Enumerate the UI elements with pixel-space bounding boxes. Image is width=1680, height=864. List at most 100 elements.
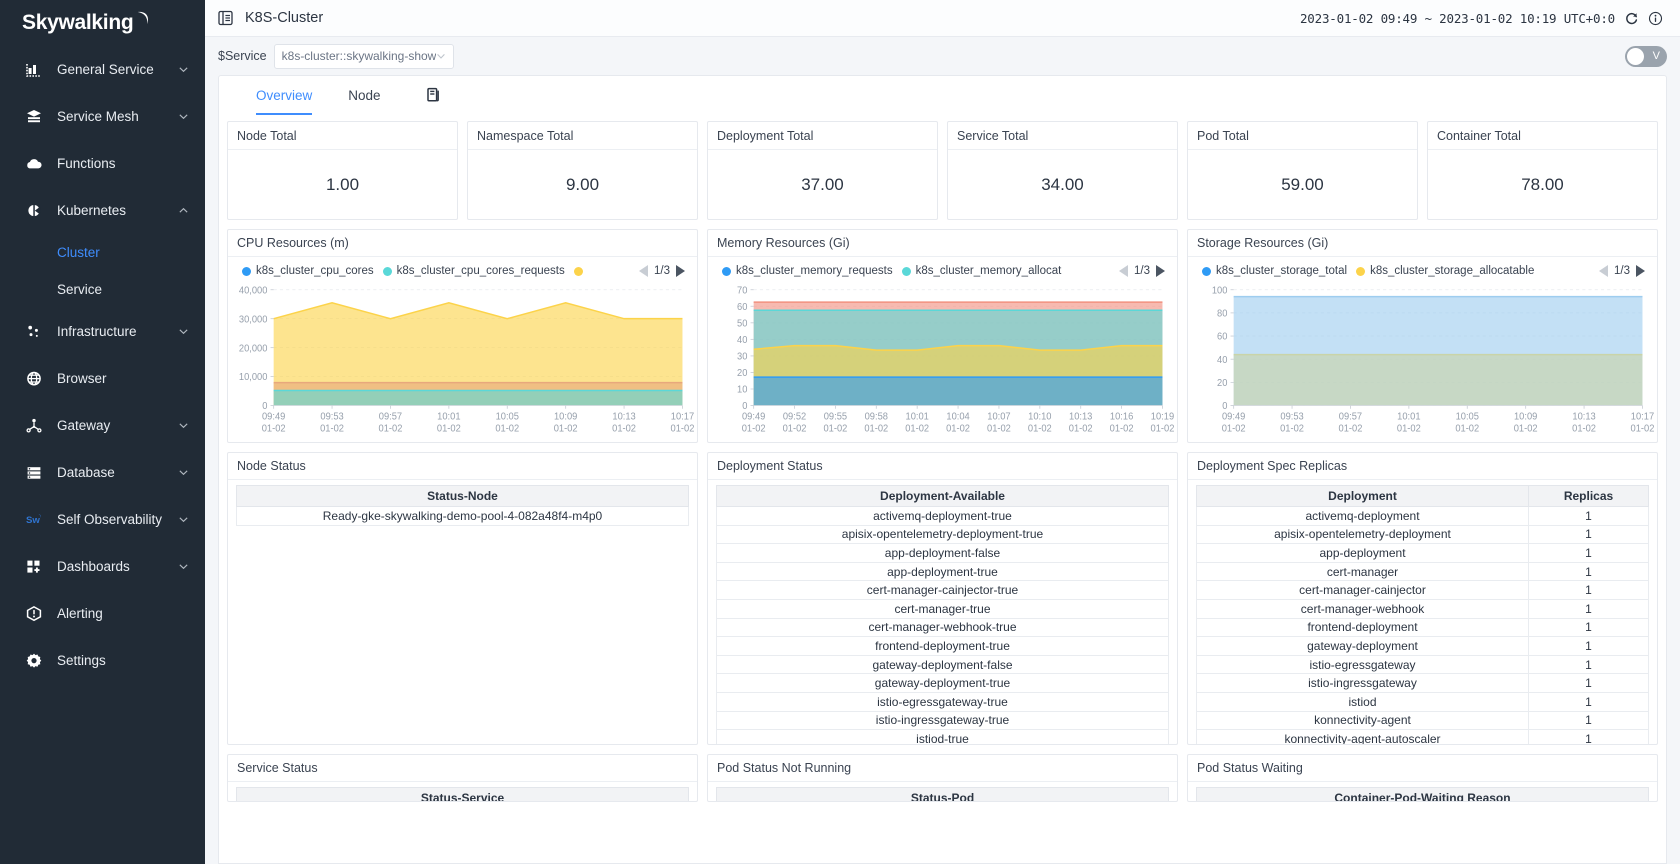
moon-icon bbox=[135, 11, 150, 26]
table-row[interactable]: konnectivity-agent1 bbox=[1197, 711, 1649, 730]
table-row[interactable]: Ready-gke-skywalking-demo-pool-4-082a48f… bbox=[237, 507, 689, 526]
table-panel-pod-status-not-running: Pod Status Not RunningStatus-Pod bbox=[707, 754, 1178, 802]
toggle-knob bbox=[1627, 48, 1644, 65]
sidebar-item-gateway[interactable]: Gateway bbox=[0, 402, 205, 449]
sidebar-item-alerting[interactable]: Alerting bbox=[0, 590, 205, 637]
table-row[interactable]: cert-manager-true bbox=[717, 599, 1169, 618]
table-row[interactable]: app-deployment-true bbox=[717, 562, 1169, 581]
legend-label: k8s_cluster_cpu_cores bbox=[256, 265, 374, 277]
sidebar-item-browser[interactable]: Browser bbox=[0, 355, 205, 402]
chart-plot: 01020304050607009:4901-0209:5201-0209:55… bbox=[708, 279, 1177, 442]
collapse-sidebar-icon[interactable] bbox=[218, 10, 234, 26]
table-scroll[interactable]: DeploymentReplicasactivemq-deployment1ap… bbox=[1188, 480, 1657, 744]
sidebar-item-label: Alerting bbox=[57, 606, 189, 621]
sidebar-item-database[interactable]: Database bbox=[0, 449, 205, 496]
legend-prev-icon[interactable] bbox=[639, 265, 648, 277]
sidebar-item-general-service[interactable]: General Service bbox=[0, 46, 205, 93]
sidebar-item-service-mesh[interactable]: Service Mesh bbox=[0, 93, 205, 140]
legend-prev-icon[interactable] bbox=[1599, 265, 1608, 277]
sidebar-subitem-cluster[interactable]: Cluster bbox=[0, 234, 205, 271]
table-title: Pod Status Waiting bbox=[1188, 755, 1657, 782]
table-row[interactable]: frontend-deployment1 bbox=[1197, 618, 1649, 637]
sidebar-subitem-label: Service bbox=[57, 282, 102, 297]
legend-next-icon[interactable] bbox=[1636, 265, 1645, 277]
table-row[interactable]: apisix-opentelemetry-deployment1 bbox=[1197, 525, 1649, 544]
table-row[interactable]: istiod1 bbox=[1197, 692, 1649, 711]
table-row[interactable]: konnectivity-agent-autoscaler1 bbox=[1197, 730, 1649, 744]
legend-next-icon[interactable] bbox=[676, 265, 685, 277]
legend-prev-icon[interactable] bbox=[1119, 265, 1128, 277]
svg-text:01-02: 01-02 bbox=[262, 423, 286, 434]
table-row[interactable]: frontend-deployment-true bbox=[717, 637, 1169, 656]
table-row[interactable]: gateway-deployment1 bbox=[1197, 637, 1649, 656]
table-scroll[interactable]: Status-Pod bbox=[708, 782, 1177, 801]
legend-page-number: 1/3 bbox=[1614, 265, 1630, 277]
legend-item[interactable] bbox=[574, 267, 588, 276]
table-row[interactable]: gateway-deployment-true bbox=[717, 674, 1169, 693]
table-scroll[interactable]: Status-Service bbox=[228, 782, 697, 801]
database-icon bbox=[24, 463, 44, 483]
table-scroll[interactable]: Container-Pod-Waiting Reason bbox=[1188, 782, 1657, 801]
table-row[interactable]: cert-manager-webhook-true bbox=[717, 618, 1169, 637]
legend-item[interactable]: k8s_cluster_storage_total bbox=[1202, 265, 1347, 277]
duplicate-icon[interactable] bbox=[426, 87, 442, 103]
legend-item[interactable]: k8s_cluster_memory_allocat bbox=[902, 265, 1062, 277]
table-row[interactable]: app-deployment1 bbox=[1197, 544, 1649, 563]
table-row[interactable]: istiod-true bbox=[717, 730, 1169, 744]
sidebar-item-functions[interactable]: Functions bbox=[0, 140, 205, 187]
table-row[interactable]: istio-ingressgateway1 bbox=[1197, 674, 1649, 693]
sidebar-item-infrastructure[interactable]: Infrastructure bbox=[0, 308, 205, 355]
table-cell: cert-manager-webhook bbox=[1197, 599, 1529, 618]
table-row[interactable]: cert-manager-cainjector1 bbox=[1197, 581, 1649, 600]
legend-color-dot bbox=[722, 267, 731, 276]
refresh-icon[interactable] bbox=[1624, 11, 1639, 26]
sidebar-item-self-observability[interactable]: SwSelf Observability bbox=[0, 496, 205, 543]
table-header-row: Container-Pod-Waiting Reason bbox=[1197, 788, 1649, 802]
info-icon[interactable] bbox=[1648, 11, 1663, 26]
table-row[interactable]: cert-manager1 bbox=[1197, 562, 1649, 581]
table-row[interactable]: istio-egressgateway-true bbox=[717, 692, 1169, 711]
legend-item[interactable]: k8s_cluster_cpu_cores_requests bbox=[383, 265, 565, 277]
svg-text:09:49: 09:49 bbox=[742, 411, 765, 422]
main-area: K8S-Cluster 2023-01-02 09:49 ~ 2023-01-0… bbox=[205, 0, 1680, 864]
svg-text:09:58: 09:58 bbox=[865, 411, 888, 422]
svg-text:40: 40 bbox=[737, 335, 747, 346]
svg-text:10:04: 10:04 bbox=[946, 411, 969, 422]
nodes-icon bbox=[24, 322, 44, 342]
table-cell: istiod bbox=[1197, 692, 1529, 711]
svg-text:60: 60 bbox=[737, 302, 747, 313]
table-row[interactable]: app-deployment-false bbox=[717, 544, 1169, 563]
table-row[interactable]: activemq-deployment1 bbox=[1197, 507, 1649, 526]
app-logo[interactable]: Skywalking bbox=[0, 0, 205, 46]
table-cell: 1 bbox=[1529, 507, 1649, 526]
svg-text:01-02: 01-02 bbox=[1028, 423, 1052, 434]
kpi-title: Node Total bbox=[228, 122, 457, 150]
table-scroll[interactable]: Status-NodeReady-gke-skywalking-demo-poo… bbox=[228, 480, 697, 744]
legend-item[interactable]: k8s_cluster_cpu_cores bbox=[242, 265, 374, 277]
legend-next-icon[interactable] bbox=[1156, 265, 1165, 277]
table-row[interactable]: cert-manager-cainjector-true bbox=[717, 581, 1169, 600]
table-row[interactable]: gateway-deployment-false bbox=[717, 655, 1169, 674]
sidebar-item-dashboards[interactable]: Dashboards bbox=[0, 543, 205, 590]
legend-item[interactable]: k8s_cluster_memory_requests bbox=[722, 265, 893, 277]
kpi-value: 9.00 bbox=[468, 150, 697, 219]
tab-node[interactable]: Node bbox=[330, 76, 398, 115]
tab-overview[interactable]: Overview bbox=[238, 76, 330, 115]
table-row[interactable]: apisix-opentelemetry-deployment-true bbox=[717, 525, 1169, 544]
table-row[interactable]: activemq-deployment-true bbox=[717, 507, 1169, 526]
table-cell: istio-ingressgateway-true bbox=[717, 711, 1169, 730]
table-row[interactable]: istio-ingressgateway-true bbox=[717, 711, 1169, 730]
legend-pager: 1/3 bbox=[1599, 265, 1649, 277]
table-cell: 1 bbox=[1529, 618, 1649, 637]
edit-mode-toggle[interactable]: V bbox=[1625, 46, 1667, 67]
legend-item[interactable]: k8s_cluster_storage_allocatable bbox=[1356, 265, 1534, 277]
table-row[interactable]: istio-egressgateway1 bbox=[1197, 655, 1649, 674]
time-range-display[interactable]: 2023-01-02 09:49 ~ 2023-01-02 10:19 UTC+… bbox=[1300, 11, 1615, 26]
table-row[interactable]: cert-manager-webhook1 bbox=[1197, 599, 1649, 618]
legend-page-number: 1/3 bbox=[1134, 265, 1150, 277]
sidebar-item-kubernetes[interactable]: Kubernetes bbox=[0, 187, 205, 234]
sidebar-item-settings[interactable]: Settings bbox=[0, 637, 205, 684]
sidebar-subitem-service[interactable]: Service bbox=[0, 271, 205, 308]
service-select[interactable]: k8s-cluster::skywalking-showca bbox=[274, 44, 454, 69]
table-scroll[interactable]: Deployment-Availableactivemq-deployment-… bbox=[708, 480, 1177, 744]
